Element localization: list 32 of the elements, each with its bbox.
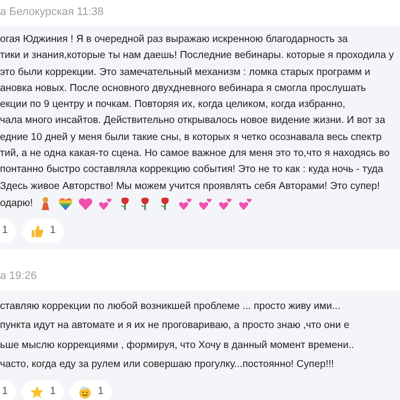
message-text-line: это были коррекции. Это замечательный механизм : ломка старых программ и (0, 66, 370, 80)
message-text-line: чала много инсайтов. Действительно открывалось новое видение жизни. И вот за (0, 114, 386, 128)
reaction-pill[interactable]: 1 (0, 218, 16, 243)
message-text-line: ставляю коррекции по любой возникшей проблеме ... просто живу ими... (0, 300, 340, 314)
reaction-pill[interactable]: 1 (22, 218, 64, 243)
message-text-line: понтанно быстро составляла коррекцию события! Это не то как : куда ночь - туда (0, 163, 384, 178)
message-header: а Белокурская 11:38 (0, 4, 105, 20)
two-hearts-icon (218, 196, 233, 212)
message-header: а 19:26 (0, 269, 38, 284)
message-text-line: одарю! (0, 197, 33, 212)
message-text-line: Здесь живое Авторство! Мы можем учится проявлять себя Авторами! Это супер! (0, 180, 380, 194)
two-hearts-icon (238, 196, 253, 212)
two-hearts-icon (178, 196, 193, 212)
message-text-line: тики и знания,которые ты нам даешь! Последние вебинары. которые я проходила у (0, 49, 394, 64)
message-text-line: ьше мыслю коррекциями , формируя, что Хочу в данный момент времени.. (0, 338, 354, 353)
message-text-line: пункта идут на автомате и я их не проговариваю, а просто знаю ,что они е (0, 319, 350, 334)
two-hearts-icon (198, 196, 213, 212)
message-text-line: ановка новых. После основного двухдневного вебинара я смогла прослушать (0, 82, 366, 96)
heart-icon (78, 196, 93, 212)
smiley-icon (78, 385, 92, 400)
message-text-line: часто, когда еду за рулем или совершаю прогулку...постоянно! Супер!!! (0, 358, 334, 372)
message-text-line: едние 10 дней у меня были такие сны, в которых я четко осознавала весь спектр (0, 130, 382, 145)
message-text-line: тий, а не одна какая-то сцена. Но самое важное для меня это то,что я находясь во (0, 147, 390, 162)
message-text-line: огая Юджиния ! Я в очередной раз выражаю искренною благодарность за (0, 33, 348, 47)
two-hearts-icon (98, 196, 113, 212)
reaction-pill[interactable]: 1 (70, 380, 112, 400)
reaction-pill[interactable]: 1 (0, 380, 16, 400)
star-icon (30, 385, 44, 400)
message-text-line: екции по 9 центру и почкам. Повторяя их, когда целиком, когда избранно, (0, 98, 346, 112)
thumbs-up-icon (30, 224, 44, 238)
reaction-pill[interactable]: 1 (22, 380, 64, 400)
rainbow-heart-icon (58, 196, 73, 212)
